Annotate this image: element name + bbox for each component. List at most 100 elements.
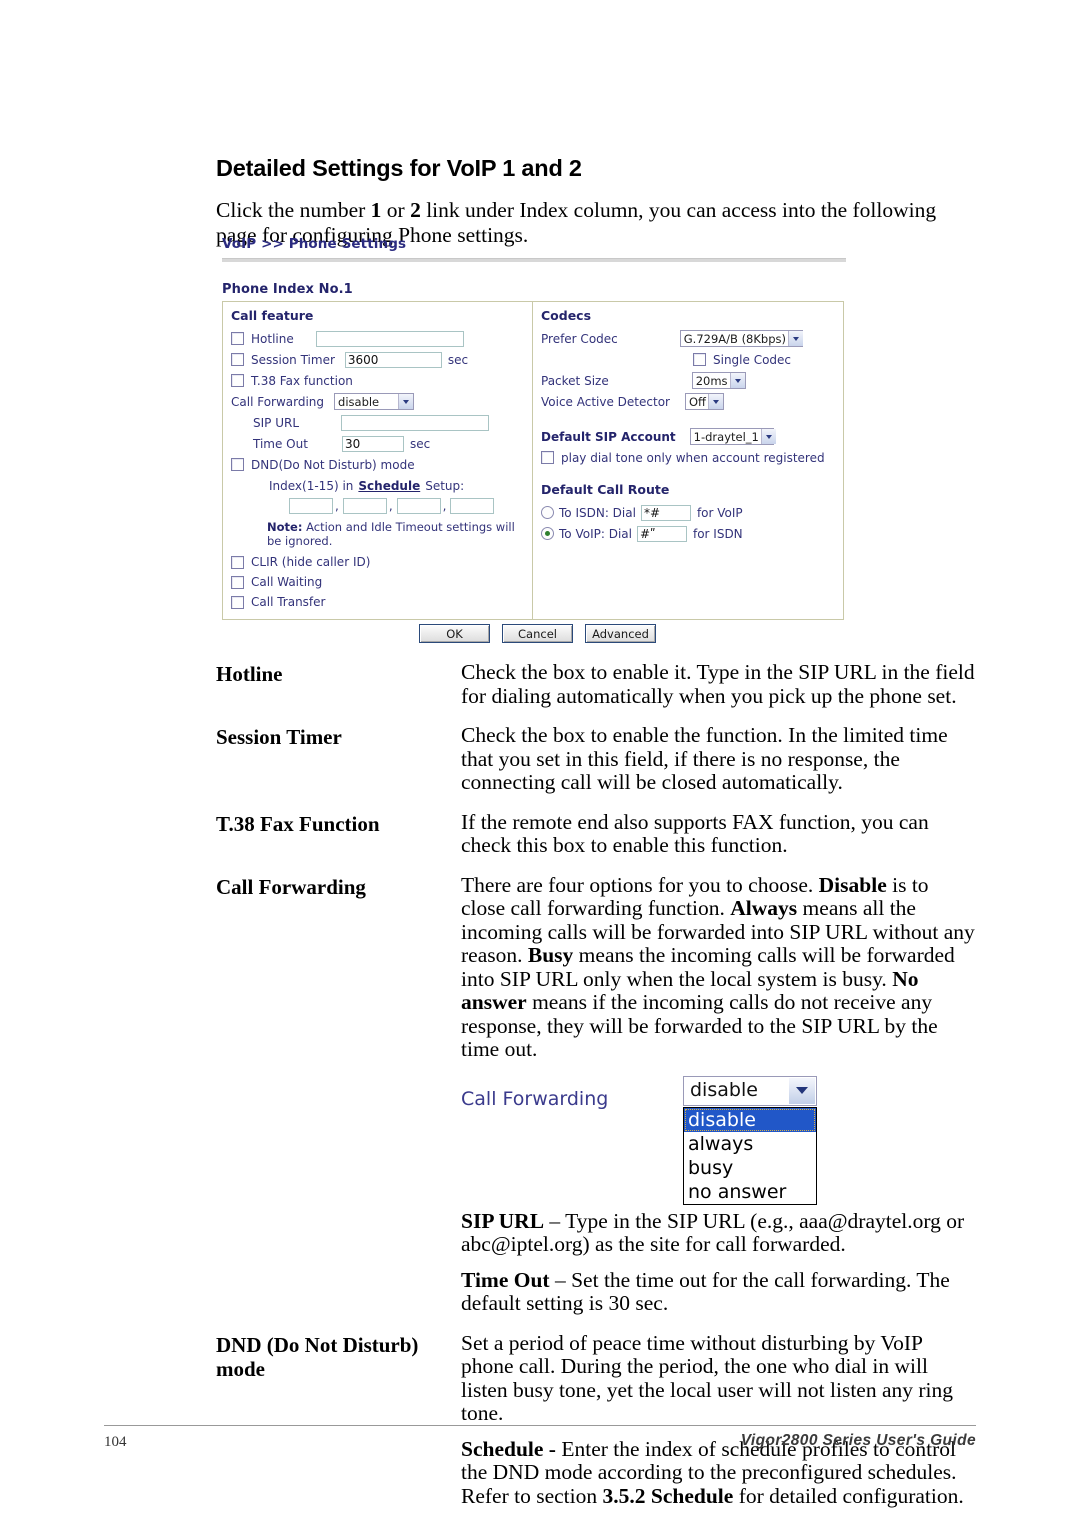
sip-url-input[interactable] bbox=[341, 414, 490, 431]
chevron-down-icon bbox=[788, 331, 803, 346]
definition-row-call-forwarding: Call Forwarding There are four options f… bbox=[216, 873, 976, 1316]
prefer-codec-select[interactable]: G.729A/B (8Kbps) bbox=[679, 330, 803, 347]
call-forwarding-dropdown-closed[interactable]: disable bbox=[683, 1075, 817, 1106]
hotline-input[interactable] bbox=[315, 330, 464, 347]
call-transfer-checkbox[interactable] bbox=[231, 595, 244, 609]
definition-term: DND (Do Not Disturb) mode bbox=[216, 1332, 461, 1509]
definition-paragraph: If the remote end also supports FAX func… bbox=[461, 809, 929, 857]
call-forwarding-value: disable bbox=[338, 394, 380, 409]
to-voip-radio[interactable] bbox=[541, 527, 554, 540]
settings-panel: Call feature Hotline Session Timer 3600 … bbox=[222, 301, 844, 620]
fax-checkbox[interactable] bbox=[231, 374, 244, 387]
dropdown-figure-label: Call Forwarding bbox=[461, 1087, 609, 1110]
clir-checkbox[interactable] bbox=[231, 555, 244, 569]
definition-term: Hotline bbox=[216, 662, 283, 686]
note-text: Action and Idle Timeout settings will be… bbox=[267, 520, 515, 548]
to-voip-label: To VoIP: Dial bbox=[559, 526, 632, 541]
chevron-down-icon bbox=[398, 394, 414, 409]
footer-guide-title: Vigor2800 Series User's Guide bbox=[740, 1432, 976, 1449]
definition-description: Check the box to enable the function. In… bbox=[461, 723, 976, 795]
schedule-index-input-4[interactable] bbox=[450, 498, 495, 514]
session-timer-input[interactable]: 3600 bbox=[344, 351, 442, 368]
call-waiting-label: Call Waiting bbox=[251, 575, 323, 589]
session-timer-checkbox[interactable] bbox=[231, 353, 244, 366]
hotline-checkbox[interactable] bbox=[231, 332, 244, 345]
breadcrumb: VoIP >> Phone Settings bbox=[222, 236, 407, 252]
prefer-codec-row: Prefer Codec G.729A/B (8Kbps) bbox=[533, 328, 842, 349]
definition-description: Check the box to enable it. Type in the … bbox=[461, 660, 976, 708]
dnd-row: DND(Do Not Disturb) mode bbox=[223, 454, 532, 475]
packet-size-label: Packet Size bbox=[541, 373, 609, 388]
definition-term: T.38 Fax Function bbox=[216, 811, 380, 836]
dropdown-option-always[interactable]: always bbox=[684, 1132, 816, 1156]
call-transfer-label: Call Transfer bbox=[251, 595, 326, 609]
to-isdn-row: To ISDN: Dial *# for VoIP bbox=[533, 502, 842, 523]
clir-row: CLIR (hide caller ID) bbox=[223, 552, 532, 572]
definition-description: If the remote end also supports FAX func… bbox=[461, 809, 976, 858]
call-forwarding-select[interactable]: disable bbox=[334, 393, 415, 410]
packet-size-row: Packet Size 20ms bbox=[533, 370, 842, 391]
footer-divider bbox=[104, 1425, 976, 1426]
cancel-button[interactable]: Cancel bbox=[502, 624, 573, 643]
to-isdn-label: To ISDN: Dial bbox=[559, 505, 636, 520]
dropdown-option-disable[interactable]: disable bbox=[684, 1107, 816, 1132]
schedule-index-row: Index(1-15) in Schedule Setup: bbox=[223, 475, 532, 496]
dial-tone-checkbox[interactable] bbox=[541, 451, 554, 464]
document-page: Detailed Settings for VoIP 1 and 2 Click… bbox=[0, 0, 1080, 1528]
call-waiting-row: Call Waiting bbox=[223, 572, 532, 592]
time-out-input[interactable]: 30 bbox=[341, 435, 404, 452]
comma-separator: , bbox=[442, 499, 447, 513]
hotline-row: Hotline bbox=[223, 328, 532, 349]
definition-row: Hotline Check the box to enable it. Type… bbox=[216, 660, 976, 708]
to-isdn-suffix: for VoIP bbox=[696, 505, 743, 520]
schedule-link[interactable]: Schedule bbox=[358, 479, 420, 493]
dropdown-option-busy[interactable]: busy bbox=[684, 1156, 816, 1180]
intro-bold-2: 2 bbox=[410, 197, 421, 222]
definition-row: T.38 Fax Function If the remote end also… bbox=[216, 809, 976, 858]
schedule-index-input-1[interactable] bbox=[289, 498, 333, 514]
definition-list: Hotline Check the box to enable it. Type… bbox=[216, 660, 976, 1524]
to-voip-input[interactable]: #ʺ bbox=[636, 525, 687, 542]
call-waiting-checkbox[interactable] bbox=[231, 575, 244, 589]
time-out-description: Time Out – Set the time out for the call… bbox=[461, 1267, 950, 1315]
to-isdn-input[interactable]: *# bbox=[640, 504, 691, 521]
chevron-down-icon bbox=[789, 1077, 815, 1104]
dnd-term-line1: DND (Do Not Disturb) bbox=[216, 1332, 419, 1357]
sip-url-label: SIP URL bbox=[253, 415, 300, 430]
packet-size-select[interactable]: 20ms bbox=[691, 372, 746, 389]
prefer-codec-label: Prefer Codec bbox=[541, 331, 618, 346]
clir-label: CLIR (hide caller ID) bbox=[251, 555, 371, 569]
comma-separator: , bbox=[335, 499, 339, 513]
sip-url-row: SIP URL bbox=[223, 412, 532, 433]
single-codec-row: Single Codec bbox=[533, 349, 842, 370]
time-out-unit: sec bbox=[409, 436, 431, 451]
intro-text-1: Click the number bbox=[216, 197, 371, 222]
vad-select[interactable]: Off bbox=[684, 393, 724, 410]
router-ui-figure: VoIP >> Phone Settings Phone Index No.1 … bbox=[222, 236, 846, 620]
codecs-column: Codecs Prefer Codec G.729A/B (8Kbps) Sin… bbox=[533, 302, 842, 619]
advanced-button[interactable]: Advanced bbox=[585, 624, 656, 643]
definition-description: Set a period of peace time without distu… bbox=[461, 1331, 976, 1509]
vad-value: Off bbox=[688, 394, 706, 409]
call-forwarding-label: Call Forwarding bbox=[231, 394, 325, 409]
dropdown-option-no-answer[interactable]: no answer bbox=[684, 1180, 816, 1204]
to-isdn-radio[interactable] bbox=[541, 506, 554, 519]
fax-label: T.38 Fax function bbox=[251, 373, 353, 388]
ok-button[interactable]: OK bbox=[419, 624, 490, 643]
single-codec-checkbox[interactable] bbox=[693, 353, 706, 366]
call-forwarding-dropdown-figure: Call Forwarding disable disable always b… bbox=[461, 1074, 976, 1205]
default-sip-account-value: 1-draytel_1 bbox=[693, 429, 759, 444]
schedule-index-input-3[interactable] bbox=[396, 498, 441, 514]
schedule-index-input-2[interactable] bbox=[342, 498, 387, 514]
definition-term: Session Timer bbox=[216, 725, 342, 749]
page-number: 104 bbox=[104, 1434, 127, 1450]
vad-label: Voice Active Detector bbox=[541, 394, 670, 409]
default-sip-account-select[interactable]: 1-draytel_1 bbox=[689, 428, 776, 445]
form-buttons: OK Cancel Advanced bbox=[419, 624, 656, 643]
chevron-down-icon bbox=[760, 429, 776, 444]
dnd-checkbox[interactable] bbox=[231, 458, 244, 471]
chevron-down-icon bbox=[707, 394, 723, 409]
call-transfer-row: Call Transfer bbox=[223, 592, 532, 612]
